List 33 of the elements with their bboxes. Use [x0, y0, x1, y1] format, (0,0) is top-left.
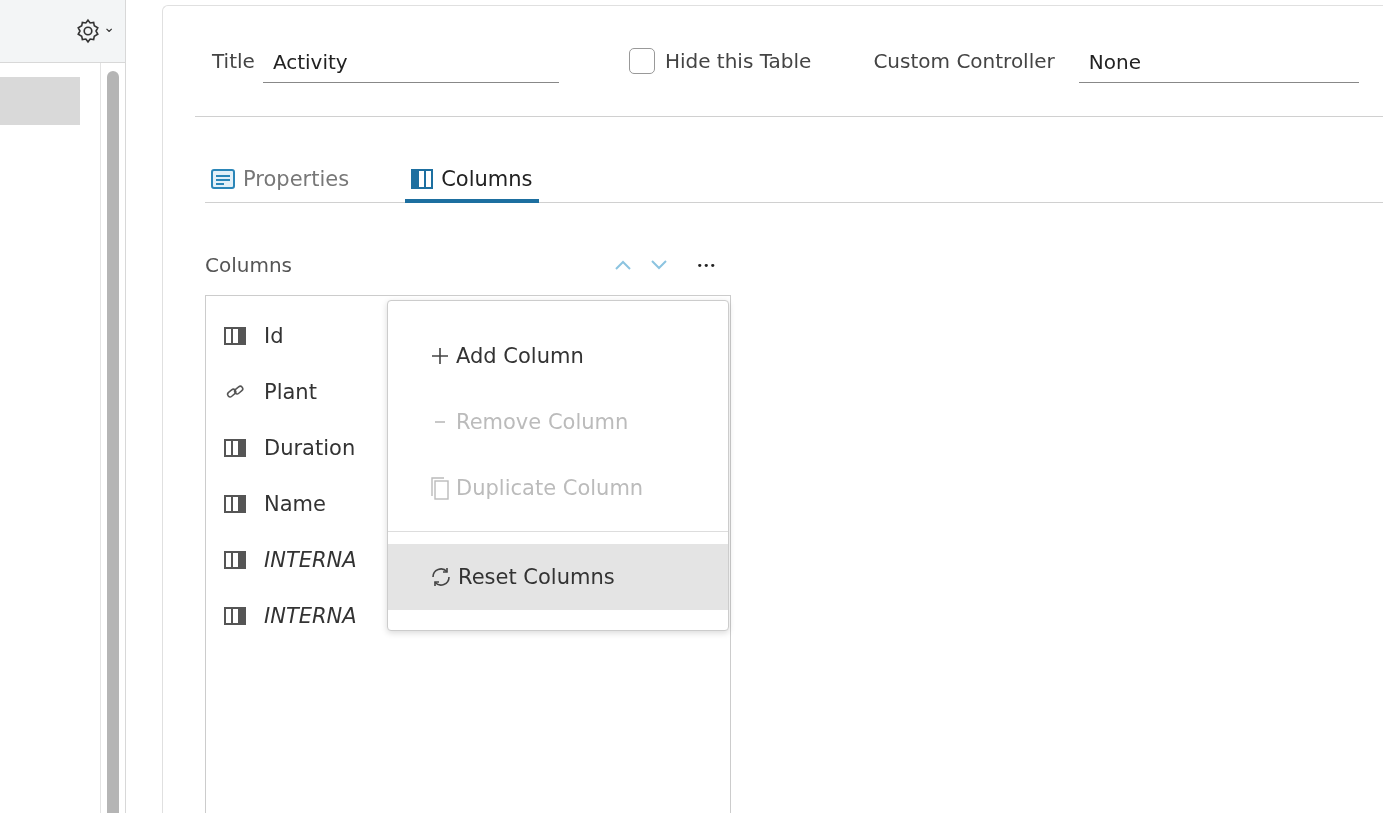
column-icon [224, 327, 246, 345]
menu-item[interactable]: Reset Columns [388, 544, 728, 610]
controller-label: Custom Controller [873, 49, 1055, 73]
column-icon [224, 551, 246, 569]
controller-field[interactable]: None [1078, 49, 1359, 83]
scrollbar-thumb[interactable] [107, 71, 119, 813]
column-name[interactable]: INTERNA [264, 604, 357, 628]
plus-icon [430, 346, 450, 366]
column-icon [224, 439, 246, 457]
column-name[interactable]: Name [264, 492, 326, 516]
refresh-icon [430, 566, 452, 588]
tab[interactable]: Columns [405, 167, 539, 203]
settings-icon[interactable] [75, 18, 102, 44]
column-icon [224, 607, 246, 625]
copy-icon [430, 476, 450, 500]
column-icon [224, 495, 246, 513]
tab[interactable]: Properties [205, 167, 356, 203]
minus-icon [435, 421, 445, 423]
title-field[interactable]: Activity [262, 49, 559, 83]
sidebar-item[interactable] [0, 77, 80, 125]
title-label: Title [212, 49, 255, 73]
column-icon [411, 169, 434, 189]
column-name[interactable]: Plant [264, 380, 317, 404]
column-name[interactable]: INTERNA [264, 548, 357, 572]
form-icon [211, 169, 235, 189]
link-icon [224, 383, 246, 401]
column-name[interactable]: Duration [264, 436, 356, 460]
more-button[interactable]: ••• [676, 258, 730, 272]
columns-heading: Columns [205, 253, 293, 277]
menu-item[interactable]: Add Column [388, 323, 728, 389]
hide-table-checkbox[interactable]: Hide this Table [628, 48, 812, 74]
column-name[interactable]: Id [264, 324, 284, 348]
caret-icon[interactable]: ⌄ [103, 19, 115, 35]
